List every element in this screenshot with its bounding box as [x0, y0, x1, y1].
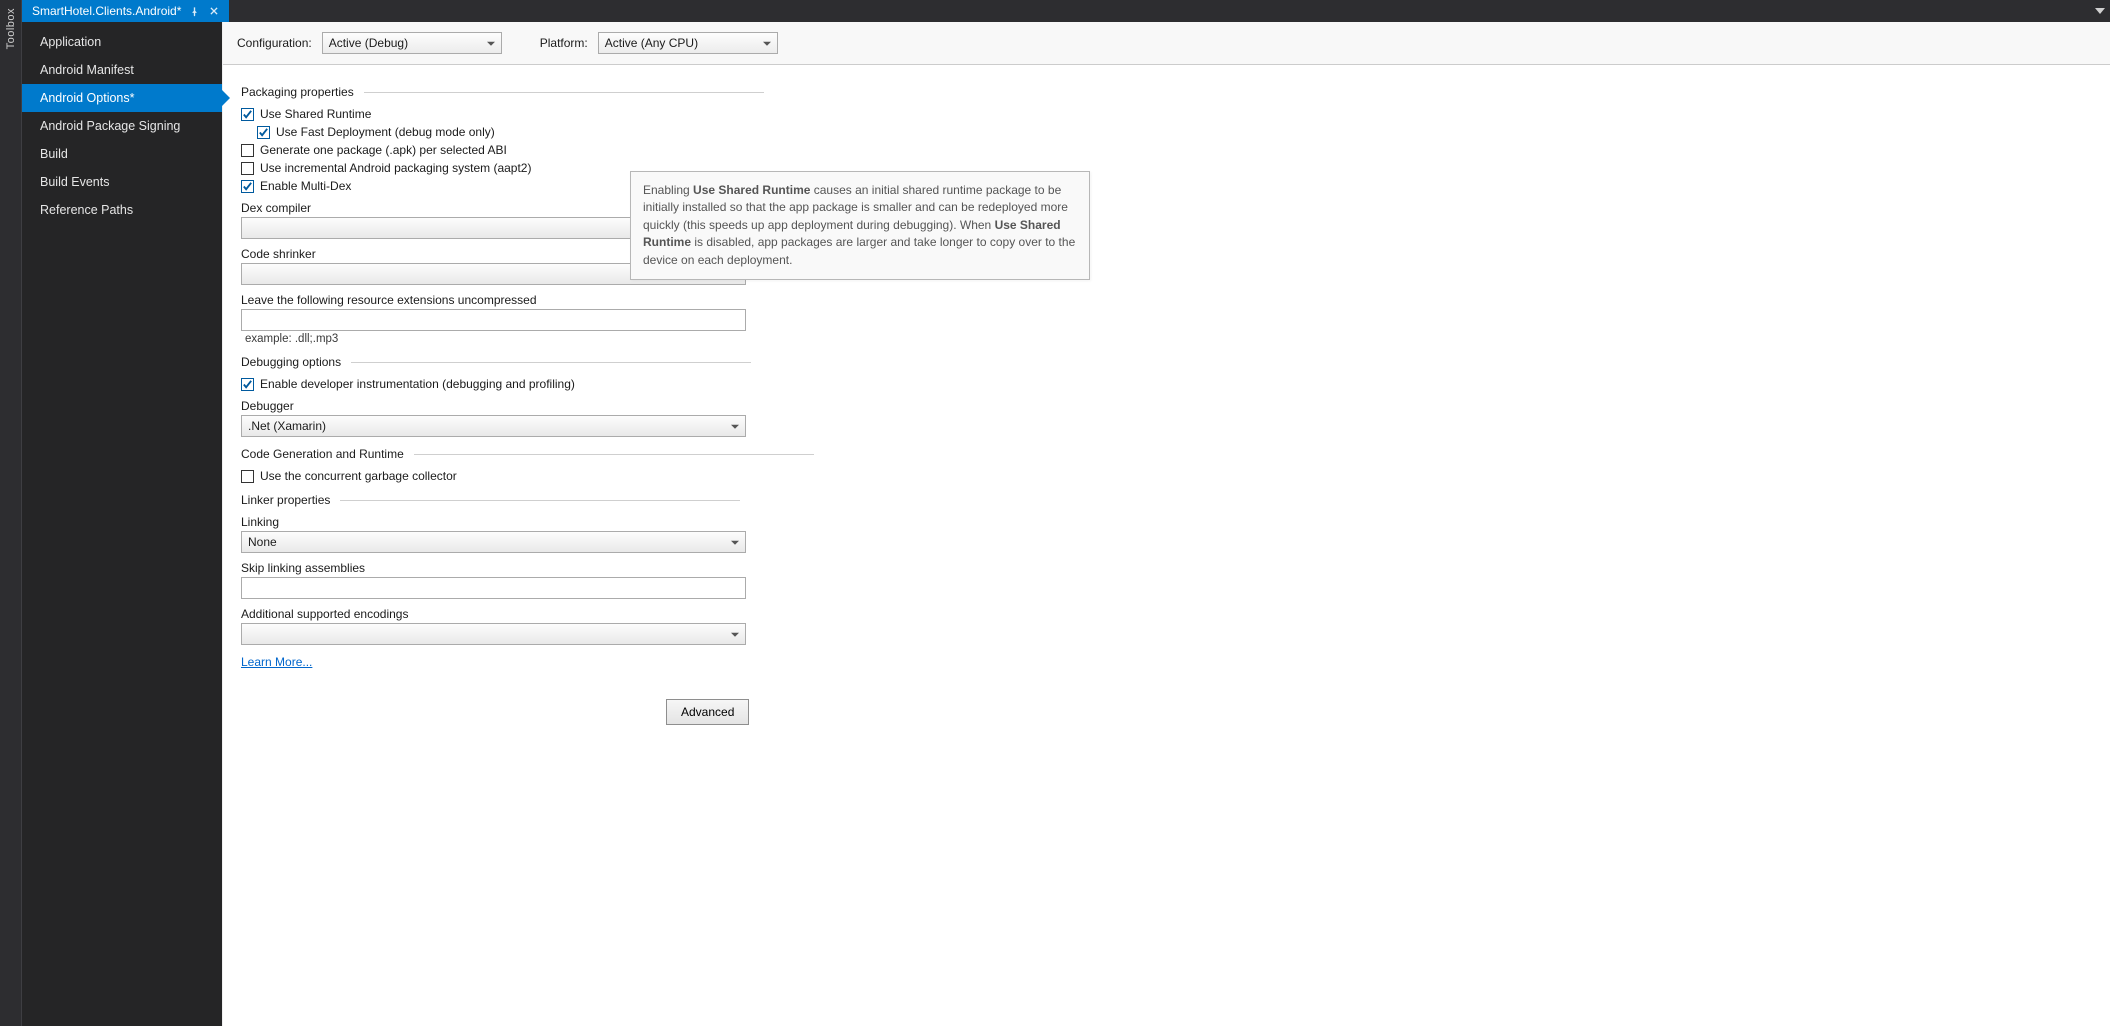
generate-one-package-label: Generate one package (.apk) per selected…: [260, 143, 507, 157]
debugger-label: Debugger: [241, 399, 2092, 413]
dex-compiler-label: Dex compiler: [241, 201, 2092, 215]
linking-label: Linking: [241, 515, 2092, 529]
uncompressed-ext-hint: example: .dll;.mp3: [245, 333, 2092, 345]
skip-linking-input[interactable]: [241, 577, 746, 599]
debugger-dropdown[interactable]: .Net (Xamarin): [241, 415, 746, 437]
close-icon[interactable]: [207, 4, 221, 18]
use-fast-deployment-checkbox[interactable]: [257, 126, 270, 139]
platform-dropdown[interactable]: Active (Any CPU): [598, 32, 778, 54]
developer-instrumentation-checkbox[interactable]: [241, 378, 254, 391]
use-fast-deployment-label: Use Fast Deployment (debug mode only): [276, 125, 495, 139]
section-packaging: Packaging properties: [241, 85, 2092, 99]
concurrent-gc-label: Use the concurrent garbage collector: [260, 469, 457, 483]
skip-linking-label: Skip linking assemblies: [241, 561, 2092, 575]
toolbox-panel[interactable]: Toolbox: [0, 0, 22, 1026]
additional-encodings-label: Additional supported encodings: [241, 607, 2092, 621]
additional-encodings-dropdown[interactable]: [241, 623, 746, 645]
uncompressed-ext-input[interactable]: [241, 309, 746, 331]
enable-multidex-label: Enable Multi-Dex: [260, 179, 351, 193]
config-platform-bar: Configuration: Active (Debug) Platform: …: [223, 22, 2110, 65]
learn-more-link[interactable]: Learn More...: [241, 655, 312, 669]
generate-one-package-checkbox[interactable]: [241, 144, 254, 157]
sidebar-item-reference-paths[interactable]: Reference Paths: [22, 196, 222, 224]
section-debugging: Debugging options: [241, 355, 2092, 369]
platform-label: Platform:: [540, 36, 588, 50]
sidebar-item-application[interactable]: Application: [22, 28, 222, 56]
document-tabstrip: SmartHotel.Clients.Android*: [22, 0, 2110, 22]
sidebar-item-build[interactable]: Build: [22, 140, 222, 168]
sidebar-item-android-package-signing[interactable]: Android Package Signing: [22, 112, 222, 140]
project-settings-sidebar: Application Android Manifest Android Opt…: [22, 22, 222, 1026]
enable-multidex-checkbox[interactable]: [241, 180, 254, 193]
developer-instrumentation-label: Enable developer instrumentation (debugg…: [260, 377, 575, 391]
document-tab-active[interactable]: SmartHotel.Clients.Android*: [22, 0, 229, 22]
advanced-button[interactable]: Advanced: [666, 699, 749, 725]
sidebar-item-android-manifest[interactable]: Android Manifest: [22, 56, 222, 84]
section-linker: Linker properties: [241, 493, 2092, 507]
sidebar-item-build-events[interactable]: Build Events: [22, 168, 222, 196]
configuration-dropdown[interactable]: Active (Debug): [322, 32, 502, 54]
tab-overflow-button[interactable]: [2090, 0, 2110, 22]
pin-icon[interactable]: [187, 4, 201, 18]
toolbox-label: Toolbox: [5, 8, 17, 49]
sidebar-item-android-options[interactable]: Android Options*: [22, 84, 222, 112]
code-shrinker-label: Code shrinker: [241, 247, 2092, 261]
incremental-packaging-checkbox[interactable]: [241, 162, 254, 175]
use-shared-runtime-checkbox[interactable]: [241, 108, 254, 121]
incremental-packaging-label: Use incremental Android packaging system…: [260, 161, 531, 175]
section-codegen: Code Generation and Runtime: [241, 447, 2092, 461]
uncompressed-ext-label: Leave the following resource extensions …: [241, 293, 2092, 307]
tab-title: SmartHotel.Clients.Android*: [32, 4, 181, 18]
linking-dropdown[interactable]: None: [241, 531, 746, 553]
use-shared-runtime-label: Use Shared Runtime: [260, 107, 371, 121]
concurrent-gc-checkbox[interactable]: [241, 470, 254, 483]
shared-runtime-tooltip: Enabling Use Shared Runtime causes an in…: [630, 171, 1090, 280]
configuration-label: Configuration:: [237, 36, 312, 50]
